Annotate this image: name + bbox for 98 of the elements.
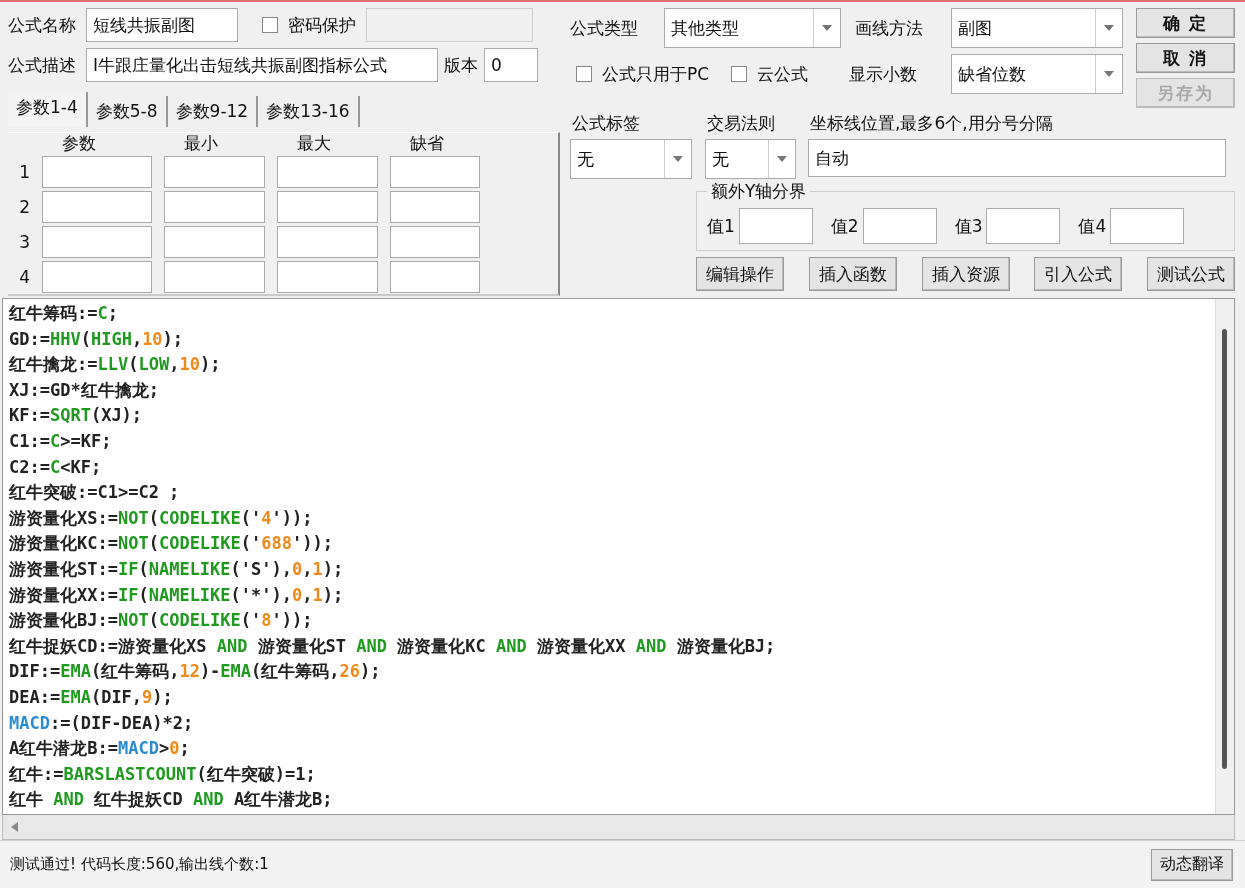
- tool-button[interactable]: 引入公式: [1034, 257, 1123, 291]
- code-line: 游资量化BJ:=NOT(CODELIKE('8'));: [9, 609, 314, 633]
- tool-button[interactable]: 测试公式: [1147, 257, 1235, 291]
- caret-icon: [1104, 71, 1114, 77]
- field-label: 公式类型: [570, 16, 639, 40]
- code-line: XJ:=GD*红牛擒龙;: [9, 378, 160, 402]
- input-field[interactable]: [277, 261, 378, 293]
- input-field[interactable]: [390, 156, 480, 188]
- checkbox[interactable]: [262, 17, 278, 33]
- dropdown[interactable]: 缺省位数: [951, 54, 1123, 94]
- caret-icon: [822, 25, 832, 31]
- input-field[interactable]: [738, 208, 813, 244]
- field-label: 值4: [1078, 214, 1107, 238]
- column-header: 参数: [61, 133, 97, 153]
- name-field[interactable]: 短线共振副图: [86, 8, 238, 42]
- input-field[interactable]: [390, 261, 480, 293]
- group-title: 额外Y轴分界: [707, 180, 811, 203]
- input-field[interactable]: [277, 156, 378, 188]
- version-field[interactable]: 0: [484, 48, 538, 82]
- code-line: 红牛筹码:=C;: [9, 302, 119, 325]
- code-line: GD:=HHV(HIGH,10);: [9, 327, 185, 351]
- row-number: 2: [18, 197, 30, 217]
- field-label: 公式描述: [8, 54, 76, 75]
- code-line: 红牛擒龙:=LLV(LOW,10);: [9, 353, 222, 377]
- field-label: 公式标签: [572, 113, 640, 133]
- code-line: 游资量化XX:=IF(NAMELIKE('*'),0,1);: [9, 583, 345, 607]
- input-field[interactable]: [164, 261, 265, 293]
- code-line: 红牛捉妖CD:=游资量化XS AND 游资量化ST AND 游资量化KC AND 游资量化XX AND 游资量化BJ;: [9, 634, 777, 658]
- row-number: 3: [18, 232, 30, 252]
- input-field[interactable]: [1110, 208, 1185, 244]
- input-field[interactable]: [277, 191, 378, 223]
- code-line: A红牛潜龙B:=MACD>0;: [9, 737, 191, 761]
- tool-button[interactable]: 编辑操作: [696, 257, 784, 291]
- column-header: 最小: [183, 133, 219, 153]
- field-label: 画线方法: [855, 17, 923, 38]
- input-field[interactable]: [164, 191, 265, 223]
- checkbox-label: 公式只用于PC: [602, 62, 710, 86]
- dialog-button[interactable]: 确 定: [1136, 8, 1235, 38]
- input-field[interactable]: [42, 191, 152, 223]
- input-field[interactable]: [390, 226, 480, 258]
- input-field[interactable]: [164, 226, 265, 258]
- code-line: MACD:=(DIF-DEA)*2;: [9, 711, 195, 735]
- code-line: 游资量化XS:=NOT(CODELIKE('4'));: [9, 506, 314, 530]
- scroll-thumb[interactable]: [1222, 329, 1227, 769]
- field-label: 版本: [444, 53, 478, 77]
- checkbox[interactable]: [731, 66, 748, 82]
- dialog-button[interactable]: 取 消: [1136, 43, 1235, 73]
- caret-icon: [1104, 25, 1114, 31]
- code-line: C2:=C<KF;: [9, 455, 103, 479]
- code-line: 红牛突破:=C1>=C2 ;: [9, 481, 181, 505]
- tool-button[interactable]: 插入资源: [921, 257, 1010, 291]
- code-editor[interactable]: [2, 298, 1235, 815]
- row-number: 1: [18, 162, 30, 182]
- field-label: 交易法则: [707, 113, 775, 133]
- input-field[interactable]: [42, 226, 152, 258]
- dropdown[interactable]: 无: [705, 139, 796, 179]
- axis-position-field[interactable]: 自动: [808, 139, 1226, 177]
- column-header: 缺省: [409, 133, 445, 153]
- caret-icon: [673, 156, 683, 162]
- input-field[interactable]: [986, 208, 1061, 244]
- code-line: 游资量化KC:=NOT(CODELIKE('688'));: [9, 532, 334, 556]
- checkbox[interactable]: [576, 66, 592, 82]
- code-line: KF:=SQRT(XJ);: [9, 404, 144, 428]
- vertical-scrollbar[interactable]: [1215, 299, 1234, 814]
- input-field[interactable]: [277, 226, 378, 258]
- horizontal-scrollbar[interactable]: [2, 815, 1235, 840]
- caret-icon: [777, 156, 787, 162]
- tab[interactable]: 参数1-4: [8, 92, 88, 127]
- dropdown[interactable]: 副图: [951, 8, 1123, 48]
- translate-button[interactable]: 动态翻译: [1151, 848, 1233, 881]
- input-field[interactable]: [42, 156, 152, 188]
- input-field[interactable]: [164, 156, 265, 188]
- field-label: 值3: [954, 214, 983, 238]
- scroll-left-icon[interactable]: [11, 822, 18, 832]
- field-label: 公式名称: [8, 13, 76, 37]
- code-line: DEA:=EMA(DIF,9);: [9, 685, 174, 709]
- field-label: 值1: [707, 214, 735, 238]
- field-label: 值2: [830, 214, 859, 238]
- tool-button[interactable]: 插入函数: [808, 257, 897, 291]
- checkbox-label: 密码保护: [288, 13, 356, 37]
- dropdown[interactable]: 其他类型: [664, 8, 841, 48]
- password-field[interactable]: [366, 8, 533, 42]
- code-line: 红牛 AND 红牛捉妖CD AND A红牛潜龙B;: [9, 788, 334, 812]
- dropdown[interactable]: 无: [570, 139, 692, 179]
- code-line: 红牛:=BARSLASTCOUNT(红牛突破)=1;: [9, 762, 317, 786]
- input-field[interactable]: [390, 191, 480, 223]
- code-line: C1:=C>=KF;: [9, 429, 113, 453]
- field-label: 坐标线位置,最多6个,用分号分隔: [810, 112, 1053, 135]
- status-text: 测试通过! 代码长度:560,输出线个数:1: [10, 855, 269, 874]
- code-line: DIF:=EMA(红牛筹码,12)-EMA(红牛筹码,26);: [9, 660, 382, 684]
- input-field[interactable]: [862, 208, 937, 244]
- description-field[interactable]: I牛跟庄量化出击短线共振副图指标公式: [86, 48, 438, 82]
- input-field[interactable]: [42, 261, 152, 293]
- row-number: 4: [18, 267, 30, 287]
- checkbox-label: 云公式: [757, 62, 809, 86]
- field-label: 显示小数: [849, 63, 917, 84]
- column-header: 最大: [296, 133, 332, 153]
- code-line: 游资量化ST:=IF(NAMELIKE('S'),0,1);: [9, 557, 345, 581]
